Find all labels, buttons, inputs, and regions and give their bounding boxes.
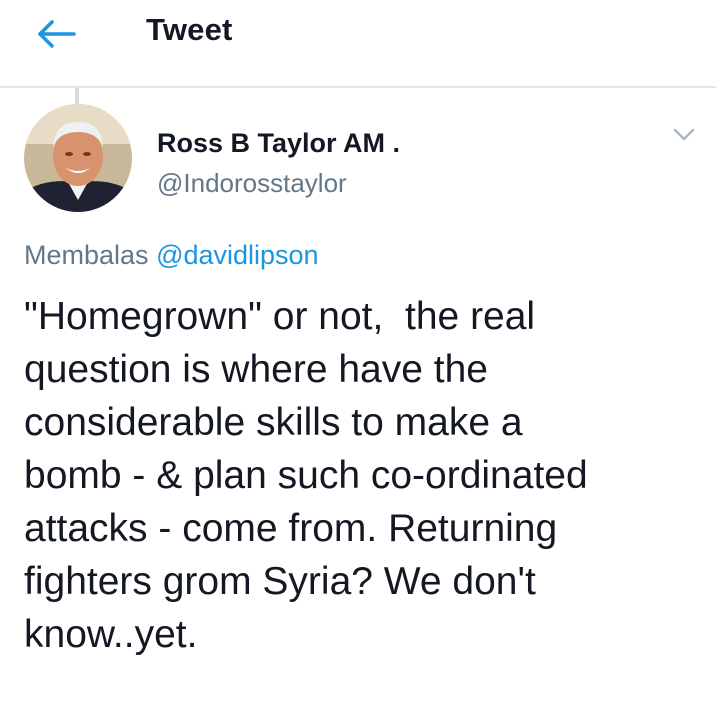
- back-button[interactable]: [30, 14, 84, 54]
- tweet-text-line: know..yet.: [24, 613, 198, 656]
- page-title: Tweet: [146, 12, 233, 47]
- tweet-text-line: considerable skills to make a: [24, 401, 523, 444]
- author-name[interactable]: Ross B Taylor AM .: [157, 128, 400, 159]
- author-handle[interactable]: @Indorosstaylor: [157, 168, 347, 199]
- tweet-text-line: "Homegrown" or not, the real: [24, 295, 536, 338]
- reply-context: Membalas @davidlipson: [24, 240, 319, 271]
- reply-prefix: Membalas: [24, 240, 149, 270]
- tweet-text-line: question is where have the: [24, 348, 488, 391]
- top-bar: Tweet: [0, 0, 716, 88]
- tweet-text-line: attacks - come from. Returning: [24, 507, 558, 550]
- arrow-left-icon: [38, 20, 76, 48]
- avatar[interactable]: [24, 104, 132, 212]
- tweet-text: "Homegrown" or not, the real question is…: [24, 290, 704, 661]
- chevron-down-icon: [673, 128, 695, 141]
- tweet-text-line: fighters grom Syria? We don't: [24, 560, 536, 603]
- tweet-menu-button[interactable]: [670, 122, 698, 146]
- thread-connector: [75, 88, 79, 104]
- reply-handle-link[interactable]: @davidlipson: [156, 240, 319, 270]
- tweet-text-line: bomb - & plan such co-ordinated: [24, 454, 588, 497]
